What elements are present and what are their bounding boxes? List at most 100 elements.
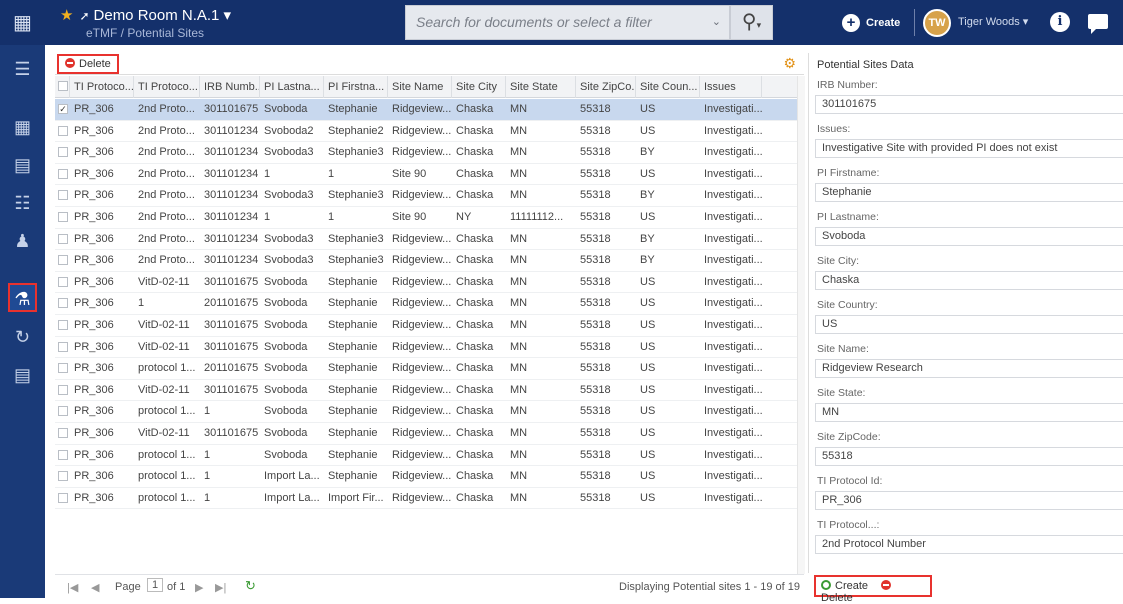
workflow-icon[interactable]: ↻ xyxy=(8,323,37,352)
table-row[interactable]: PR_306 protocol 1... 201101675 Svoboda Steph… xyxy=(55,358,804,380)
table-row[interactable]: PR_306 2nd Proto... 301101234 Svoboda3 Steph… xyxy=(55,250,804,272)
field-input[interactable]: 55318 xyxy=(815,447,1123,466)
select-all-checkbox[interactable] xyxy=(55,76,70,98)
user-icon[interactable]: ♟ xyxy=(8,227,37,256)
table-row[interactable]: PR_306 VitD-02-11 301101675 Svoboda Stephani… xyxy=(55,315,804,337)
row-checkbox[interactable] xyxy=(58,125,68,136)
field-input[interactable]: Chaska xyxy=(815,271,1123,290)
row-checkbox[interactable] xyxy=(58,406,68,417)
first-page-icon[interactable]: |◀ xyxy=(67,581,78,594)
scrollbar[interactable] xyxy=(797,76,805,574)
field-input[interactable]: Investigative Site with provided PI does… xyxy=(815,139,1123,158)
info-icon[interactable]: i xyxy=(1050,12,1070,32)
table-row[interactable]: PR_306 2nd Proto... 301101234 Svoboda3 Steph… xyxy=(55,185,804,207)
favorite-star-icon[interactable]: ★ xyxy=(60,7,73,24)
table-cell: Stephanie2 xyxy=(328,124,384,137)
refresh-icon[interactable]: ↻ xyxy=(245,578,256,594)
row-checkbox[interactable] xyxy=(58,449,68,460)
analytics-icon[interactable]: ▤ xyxy=(8,361,37,390)
chat-icon[interactable] xyxy=(1088,14,1108,34)
table-row[interactable]: PR_306 VitD-02-11 301101675 Svoboda Stephani… xyxy=(55,423,804,445)
table-cell: Ridgeview... xyxy=(392,470,452,483)
avatar[interactable]: TW xyxy=(923,9,951,37)
row-checkbox[interactable] xyxy=(58,276,68,287)
checkbox[interactable] xyxy=(58,81,68,91)
field-input[interactable]: PR_306 xyxy=(815,491,1123,510)
binders-icon[interactable]: ☷ xyxy=(8,189,37,218)
field-input[interactable]: 301101675 xyxy=(815,95,1123,114)
search-input[interactable]: Search for documents or select a filter ⌄ xyxy=(405,5,730,40)
table-row[interactable]: PR_306 2nd Proto... 301101234 Svoboda2 Steph… xyxy=(55,121,804,143)
chevron-down-icon[interactable]: ⌄ xyxy=(712,15,721,28)
app-grid-icon[interactable]: ▦ xyxy=(0,0,45,45)
room-selector[interactable]: ★ ➚ Demo Room N.A.1 ▾ xyxy=(60,6,231,24)
create-button[interactable]: + Create xyxy=(842,14,900,32)
table-row[interactable]: PR_306 protocol 1... 1 Import La... Import F… xyxy=(55,488,804,510)
table-row[interactable]: PR_306 VitD-02-11 301101675 Svoboda Stephani… xyxy=(55,272,804,294)
column-header[interactable]: TI Protoco... xyxy=(134,76,200,98)
table-cell: 11111112... xyxy=(510,210,564,223)
row-checkbox[interactable] xyxy=(58,341,68,352)
table-cell: Investigati... xyxy=(704,189,762,202)
table-row[interactable]: PR_306 protocol 1... 1 Svoboda Stephanie Ridg… xyxy=(55,445,804,467)
table-row[interactable]: ✓ PR_306 2nd Proto... 301101675 Svoboda Steph… xyxy=(55,99,804,121)
column-header[interactable]: Site City xyxy=(452,76,506,98)
user-menu[interactable]: Tiger Woods ▾ xyxy=(958,15,1028,28)
row-checkbox[interactable] xyxy=(58,147,68,158)
table-row[interactable]: PR_306 2nd Proto... 301101234 Svoboda3 Steph… xyxy=(55,142,804,164)
table-row[interactable]: PR_306 1 201101675 Svoboda Stephanie Ridgevie… xyxy=(55,293,804,315)
field-input[interactable]: Ridgeview Research xyxy=(815,359,1123,378)
row-checkbox[interactable] xyxy=(58,255,68,266)
table-cell: 1 xyxy=(138,297,145,310)
panel-create-button[interactable]: Create xyxy=(821,580,868,592)
field-input[interactable]: US xyxy=(815,315,1123,334)
row-checkbox[interactable] xyxy=(58,384,68,395)
row-checkbox[interactable] xyxy=(58,233,68,244)
column-header[interactable]: TI Protoco... xyxy=(70,76,134,98)
prev-page-icon[interactable]: ◀ xyxy=(91,581,99,594)
row-checkbox[interactable] xyxy=(58,427,68,438)
column-header[interactable]: Site Coun... xyxy=(636,76,700,98)
breadcrumb[interactable]: eTMF / Potential Sites xyxy=(86,26,204,40)
row-checkbox[interactable] xyxy=(58,492,68,503)
clipboard-icon[interactable]: ▤ xyxy=(8,151,37,180)
row-checkbox[interactable] xyxy=(58,298,68,309)
next-page-icon[interactable]: ▶ xyxy=(195,581,203,594)
table-row[interactable]: PR_306 protocol 1... 1 Import La... Stephani… xyxy=(55,466,804,488)
field-input[interactable]: Stephanie xyxy=(815,183,1123,202)
column-header[interactable]: Site ZipCo... xyxy=(576,76,636,98)
table-row[interactable]: PR_306 2nd Proto... 301101234 1 1 Site 90 Chas… xyxy=(55,164,804,186)
row-checkbox[interactable] xyxy=(58,168,68,179)
field-input[interactable]: MN xyxy=(815,403,1123,422)
menu-icon[interactable]: ☰ xyxy=(8,55,37,84)
last-page-icon[interactable]: ▶| xyxy=(215,581,226,594)
field-input[interactable]: Svoboda xyxy=(815,227,1123,246)
row-checkbox[interactable]: ✓ xyxy=(58,104,68,114)
table-cell: Svoboda xyxy=(264,426,308,439)
dashboard-icon[interactable]: ▦ xyxy=(8,113,37,142)
table-row[interactable]: PR_306 2nd Proto... 301101234 Svoboda3 Steph… xyxy=(55,229,804,251)
row-checkbox[interactable] xyxy=(58,211,68,222)
delete-button[interactable]: Delete xyxy=(57,54,119,74)
table-cell: US xyxy=(640,167,656,180)
row-checkbox[interactable] xyxy=(58,319,68,330)
field-input[interactable]: 2nd Protocol Number xyxy=(815,535,1123,554)
flask-icon[interactable]: ⚗ xyxy=(8,283,37,312)
row-checkbox[interactable] xyxy=(58,363,68,374)
row-checkbox[interactable] xyxy=(58,471,68,482)
search-button[interactable]: ⚲▾ xyxy=(730,5,773,40)
column-header[interactable]: Site Name xyxy=(388,76,452,98)
column-header[interactable]: Issues xyxy=(700,76,762,98)
page-input[interactable]: 1 xyxy=(147,578,164,592)
column-header[interactable]: Site State xyxy=(506,76,576,98)
column-header[interactable]: IRB Numb... xyxy=(200,76,260,98)
column-header[interactable]: PI Lastna... xyxy=(260,76,324,98)
table-row[interactable]: PR_306 protocol 1... 1 Svoboda Stephanie Ridg… xyxy=(55,401,804,423)
table-row[interactable]: PR_306 VitD-02-11 301101675 Svoboda Stephani… xyxy=(55,337,804,359)
table-row[interactable]: PR_306 2nd Proto... 301101234 1 1 Site 90 NY 11… xyxy=(55,207,804,229)
table-row[interactable]: PR_306 VitD-02-11 301101675 Svoboda Stephani… xyxy=(55,380,804,402)
column-header[interactable]: PI Firstna... xyxy=(324,76,388,98)
row-checkbox[interactable] xyxy=(58,190,68,201)
table-cell: US xyxy=(640,210,656,223)
gear-icon[interactable]: ⚙ xyxy=(783,55,796,72)
